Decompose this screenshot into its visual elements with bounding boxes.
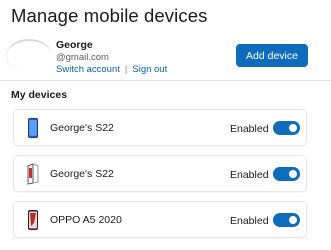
page-title: Manage mobile devices [11,5,208,26]
my-devices-heading: My devices [11,89,68,101]
avatar [6,39,52,73]
device-name: George's S22 [50,168,114,180]
account-email: @gmail.com [56,52,109,63]
device-status: Enabled [230,123,269,135]
device-status: Enabled [230,215,269,227]
add-device-button[interactable]: Add device [236,44,308,67]
toggle-knob [289,216,297,224]
device-name: George's S22 [50,122,114,134]
device-name: OPPO A5 2020 [50,214,122,226]
switch-account-link[interactable]: Switch account [56,64,120,75]
device-status: Enabled [230,169,269,181]
account-links: Switch account | Sign out [56,64,167,75]
device-enabled-toggle[interactable] [273,167,300,181]
device-card: George's S22 Enabled [13,109,307,146]
phone-folded-icon [27,163,39,185]
toggle-knob [289,124,297,132]
device-card: OPPO A5 2020 Enabled [13,201,307,238]
account-name: George [56,39,93,51]
device-enabled-toggle[interactable] [273,213,300,227]
phone-red-icon [28,210,38,230]
manage-devices-page: Manage mobile devices George @gmail.com … [0,0,331,250]
phone-blue-icon [28,118,38,138]
sign-out-link[interactable]: Sign out [132,64,167,75]
device-enabled-toggle[interactable] [273,121,300,135]
divider [0,80,331,81]
link-separator: | [124,64,128,75]
toggle-knob [289,170,297,178]
device-card: George's S22 Enabled [13,155,307,192]
